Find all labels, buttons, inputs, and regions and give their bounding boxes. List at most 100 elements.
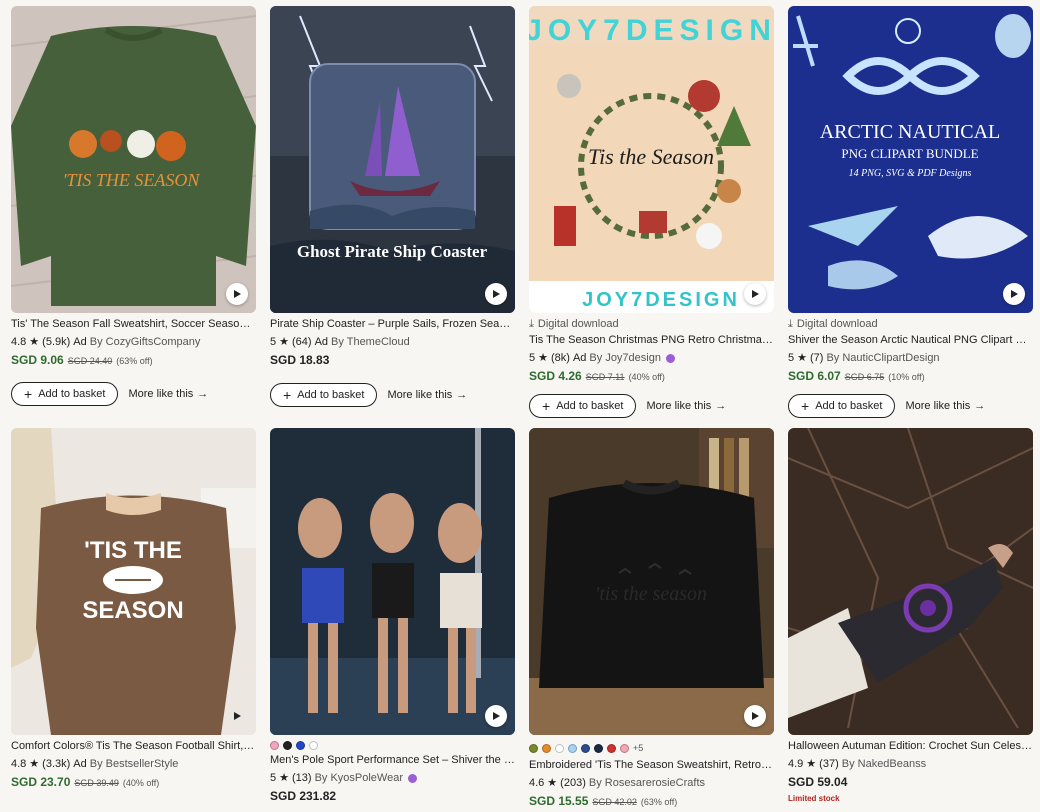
- shop-name[interactable]: By CozyGiftsCompany: [90, 335, 201, 349]
- listing-image[interactable]: 'tis the season: [529, 428, 774, 735]
- add-to-basket-button[interactable]: + Add to basket: [788, 394, 896, 418]
- shop-name[interactable]: By KyosPoleWear: [315, 771, 403, 785]
- color-swatch[interactable]: [620, 743, 629, 753]
- listing-card[interactable]: JOY7DESIGN Tis the Season JOY7DESIGN ⤓ D…: [529, 6, 774, 418]
- listing-card[interactable]: 'TIS THE SEASON Comfort Colors® Tis The …: [11, 428, 256, 790]
- listing-title[interactable]: Shiver the Season Arctic Nautical PNG Cl…: [788, 333, 1033, 347]
- color-swatch[interactable]: [529, 743, 538, 753]
- shop-name[interactable]: By ThemeCloud: [331, 335, 410, 349]
- listing-card[interactable]: 'TIS THE SEASON Tis' The Season Fall Swe…: [11, 6, 256, 406]
- star-icon: ★: [547, 777, 558, 789]
- listing-image[interactable]: ARCTIC NAUTICAL PNG CLIPART BUNDLE 14 PN…: [788, 6, 1033, 313]
- original-price: SGD 7.11: [585, 372, 625, 382]
- listing-image[interactable]: Ghost Pirate Ship Coaster: [270, 6, 515, 313]
- play-video-icon[interactable]: [485, 705, 507, 727]
- digital-download-tag: ⤓ Digital download: [529, 317, 774, 331]
- add-to-basket-button[interactable]: + Add to basket: [270, 383, 378, 407]
- shop-name[interactable]: By NauticClipartDesign: [826, 351, 939, 365]
- color-swatches[interactable]: [270, 741, 515, 750]
- star-icon: ★: [279, 336, 289, 348]
- add-to-basket-label: Add to basket: [38, 388, 106, 400]
- rating-value: 4.6: [529, 777, 545, 789]
- ad-label: Ad: [572, 352, 587, 364]
- discount-percent: (40% off): [628, 372, 665, 382]
- listing-card[interactable]: Halloween Autuman Edition: Crochet Sun C…: [788, 428, 1033, 806]
- play-video-icon[interactable]: [1003, 283, 1025, 305]
- play-video-icon[interactable]: [226, 283, 248, 305]
- original-price: SGD 6.75: [844, 372, 885, 382]
- shop-name[interactable]: By RosesarerosieCrafts: [589, 776, 705, 790]
- listing-price: SGD 231.82: [270, 789, 515, 803]
- listing-price: SGD 4.26 SGD 7.11 (40% off): [529, 369, 774, 384]
- more-like-this-link[interactable]: More like this →: [387, 388, 467, 402]
- listing-title[interactable]: Comfort Colors® Tis The Season Football …: [11, 739, 256, 753]
- discount-percent: (63% off): [116, 356, 153, 366]
- listing-title[interactable]: Tis' The Season Fall Sweatshirt, Soccer …: [11, 317, 256, 331]
- color-swatch[interactable]: [296, 741, 305, 750]
- listing-image[interactable]: JOY7DESIGN Tis the Season JOY7DESIGN: [529, 6, 774, 313]
- football-shirt-image: 'TIS THE SEASON: [11, 428, 256, 735]
- image-text-line2: SEASON: [82, 597, 183, 624]
- more-like-this-label: More like this: [905, 400, 971, 412]
- color-swatch[interactable]: [555, 743, 564, 753]
- add-to-basket-label: Add to basket: [815, 400, 883, 412]
- color-swatch[interactable]: [309, 741, 318, 750]
- rating-value: 5: [529, 352, 536, 364]
- listing-rating: 5 ★ (8k) Ad By Joy7design: [529, 351, 774, 365]
- listing-title[interactable]: Pirate Ship Coaster – Purple Sails, Froz…: [270, 317, 515, 331]
- review-count: (3.3k): [42, 758, 71, 770]
- image-watermark-top: JOY7DESIGN: [529, 14, 774, 47]
- listing-card[interactable]: ARCTIC NAUTICAL PNG CLIPART BUNDLE 14 PN…: [788, 6, 1033, 418]
- color-swatches[interactable]: +5: [529, 741, 774, 755]
- color-swatch[interactable]: [542, 743, 551, 753]
- shop-name[interactable]: By NakedBeanss: [842, 757, 926, 771]
- image-overlay-text: Ghost Pirate Ship Coaster: [297, 242, 488, 261]
- color-swatch[interactable]: [607, 743, 616, 753]
- listing-image[interactable]: 'TIS THE SEASON: [11, 428, 256, 735]
- color-swatch[interactable]: [594, 743, 603, 753]
- star-icon: ★: [806, 758, 817, 770]
- listing-image[interactable]: 'TIS THE SEASON: [11, 6, 256, 313]
- color-swatch[interactable]: [283, 741, 292, 750]
- add-to-basket-button[interactable]: + Add to basket: [529, 394, 637, 418]
- add-to-basket-button[interactable]: + Add to basket: [11, 382, 119, 406]
- listing-title[interactable]: Halloween Autuman Edition: Crochet Sun C…: [788, 739, 1033, 753]
- more-like-this-link[interactable]: More like this →: [646, 399, 726, 413]
- listing-image[interactable]: [270, 428, 515, 735]
- play-video-icon[interactable]: [744, 705, 766, 727]
- listing-title[interactable]: Embroidered 'Tis The Season Sweatshirt, …: [529, 758, 774, 772]
- listing-image[interactable]: [788, 428, 1033, 735]
- price: SGD 59.04: [788, 775, 848, 789]
- review-count: (13): [292, 772, 312, 784]
- shop-name[interactable]: By BestsellerStyle: [90, 757, 179, 771]
- listing-card[interactable]: Men's Pole Sport Performance Set – Shive…: [270, 428, 515, 803]
- more-colors-count[interactable]: +5: [633, 741, 643, 755]
- shop-name[interactable]: By Joy7design: [589, 351, 661, 365]
- play-video-icon[interactable]: [744, 283, 766, 305]
- digital-download-tag: ⤓ Digital download: [788, 317, 1033, 331]
- more-like-this-link[interactable]: More like this →: [905, 399, 985, 413]
- add-to-basket-label: Add to basket: [556, 400, 624, 412]
- more-like-this-link[interactable]: More like this →: [128, 387, 208, 401]
- rating-value: 4.9: [788, 758, 804, 770]
- svg-text:'TIS THE SEASON: 'TIS THE SEASON: [63, 170, 201, 190]
- listing-title[interactable]: Tis The Season Christmas PNG Retro Chris…: [529, 333, 774, 347]
- download-icon: ⤓: [529, 318, 534, 330]
- review-count: (203): [560, 777, 586, 789]
- crochet-gloves-image: [788, 428, 1033, 735]
- listing-rating: 5 ★ (64) Ad By ThemeCloud: [270, 335, 515, 349]
- plus-icon: +: [24, 386, 33, 402]
- color-swatch[interactable]: [581, 743, 590, 753]
- listing-price: SGD 23.70 SGD 39.49 (40% off): [11, 775, 256, 790]
- play-video-icon[interactable]: [485, 283, 507, 305]
- color-swatch[interactable]: [270, 741, 279, 750]
- listing-card[interactable]: Ghost Pirate Ship Coaster Pirate Ship Co…: [270, 6, 515, 407]
- listing-rating: 4.6 ★ (203) By RosesarerosieCrafts: [529, 776, 774, 790]
- star-icon: ★: [279, 772, 289, 784]
- listing-title[interactable]: Men's Pole Sport Performance Set – Shive…: [270, 753, 515, 767]
- color-swatch[interactable]: [568, 743, 577, 753]
- play-video-icon[interactable]: [226, 705, 248, 727]
- add-to-basket-label: Add to basket: [297, 389, 365, 401]
- arctic-nautical-clipart-image: ARCTIC NAUTICAL PNG CLIPART BUNDLE 14 PN…: [788, 6, 1033, 313]
- listing-card[interactable]: 'tis the season +5 Embroidered 'Tis The …: [529, 428, 774, 809]
